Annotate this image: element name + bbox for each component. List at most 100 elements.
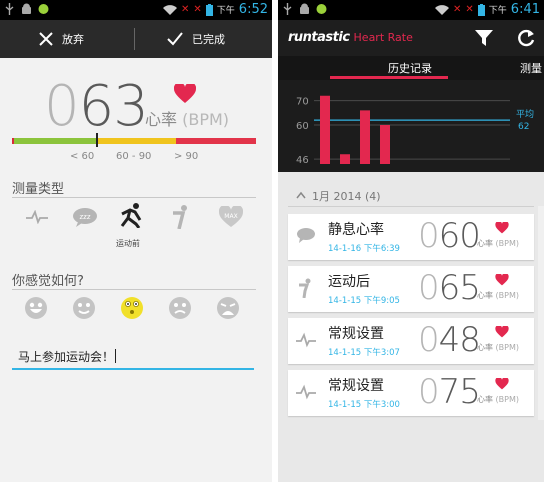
record-card[interactable]: 静息心率 14-1-16 下午6:39 060 心率 (BPM)	[288, 214, 534, 260]
record-leading-zero: 0	[418, 216, 440, 256]
chat-icon	[316, 4, 327, 14]
heartbeat-icon	[296, 384, 316, 400]
happy-face-icon[interactable]	[72, 296, 96, 320]
record-card[interactable]: 运动后 14-1-15 下午9:05 065 心率 (BPM)	[288, 266, 534, 312]
record-date: 14-1-15 下午3:07	[328, 348, 400, 358]
very-sad-face-icon[interactable]	[216, 296, 240, 320]
measure-type-max[interactable]: MAX	[216, 202, 246, 232]
clock: 6:41	[510, 2, 540, 17]
bar	[360, 110, 370, 164]
discard-label: 放弃	[62, 33, 84, 46]
record-leading-zero: 0	[418, 268, 440, 308]
chevron-up-icon[interactable]	[296, 191, 306, 199]
record-leading-zero: 0	[418, 372, 440, 412]
android-icon	[300, 3, 309, 14]
done-label: 已完成	[192, 33, 225, 46]
wifi-icon	[163, 4, 177, 15]
measure-type-after-exercise[interactable]	[166, 202, 196, 232]
record-value: 075	[418, 372, 481, 412]
usb-icon	[5, 3, 14, 15]
app-action-bar: runtastic Heart Rate	[278, 20, 544, 56]
section-divider	[12, 197, 256, 198]
record-value: 065	[418, 268, 481, 308]
record-title: 静息心率	[328, 222, 384, 238]
record-title: 运动后	[328, 274, 370, 290]
no-signal-icon: ✕	[453, 4, 462, 15]
heart-icon	[174, 84, 196, 103]
usb-icon	[283, 3, 292, 15]
heart-rate-number: 63	[78, 74, 149, 139]
zone-label-mid: 60 - 90	[116, 151, 152, 162]
average-label: 平均	[516, 108, 534, 120]
max-text: MAX	[224, 213, 237, 220]
record-unit: 心率 (BPM)	[477, 342, 519, 353]
chat-icon	[38, 4, 49, 14]
chart-svg: 70 60 46 平均 62	[296, 95, 534, 166]
record-unit-label: 心率	[477, 395, 493, 404]
text-caret	[115, 349, 117, 363]
record-number: 65	[438, 268, 481, 308]
action-divider	[134, 28, 135, 50]
heart-rate-unit: 心率 (BPM)	[145, 106, 229, 130]
app-subtitle: Heart Rate	[353, 31, 413, 44]
note-input[interactable]: 马上参加运动会！	[12, 342, 254, 370]
tab-bar: 历史记录 测量	[278, 56, 544, 80]
record-bpm: (BPM)	[495, 239, 520, 248]
record-bpm: (BPM)	[495, 395, 520, 404]
refresh-icon[interactable]	[516, 28, 536, 48]
heartbeat-icon	[296, 332, 316, 348]
record-card[interactable]: 常规设置 14-1-15 下午3:07 048 心率 (BPM)	[288, 318, 534, 364]
record-card[interactable]: 常规设置 14-1-15 下午3:00 075 心率 (BPM)	[288, 370, 534, 416]
bpm-label: (BPM)	[182, 110, 230, 129]
wifi-icon	[435, 4, 449, 15]
zone-low	[14, 138, 98, 144]
record-bpm: (BPM)	[495, 291, 520, 300]
zone-high	[176, 138, 256, 144]
measure-screen: ✕ ✕ 下午 6:52 放弃 已完成 063 心率 (BPM) < 60 60 …	[0, 0, 272, 482]
discard-button[interactable]: 放弃	[38, 20, 84, 58]
tab-indicator	[330, 76, 448, 79]
bar	[340, 154, 350, 164]
record-title: 常规设置	[328, 326, 384, 342]
record-unit: 心率 (BPM)	[477, 290, 519, 301]
filter-icon[interactable]	[474, 28, 494, 48]
very-happy-face-icon[interactable]	[24, 296, 48, 320]
section-divider-2	[12, 289, 256, 290]
y-tick-label: 70	[296, 97, 309, 108]
feeling-title: 你感觉如何?	[12, 274, 84, 289]
record-number: 75	[438, 372, 481, 412]
heart-icon	[495, 222, 509, 234]
heart-icon	[495, 326, 509, 338]
sad-face-icon[interactable]	[168, 296, 192, 320]
measure-type-title: 测量类型	[12, 182, 65, 197]
note-text: 马上参加运动会！	[18, 350, 115, 364]
record-unit: 心率 (BPM)	[477, 238, 519, 249]
measure-type-before-exercise[interactable]	[116, 200, 146, 230]
record-value: 060	[418, 216, 481, 256]
heart-icon	[495, 378, 509, 390]
no-signal-icon: ✕	[181, 4, 190, 15]
record-leading-zero: 0	[418, 320, 440, 360]
status-bar: ✕ ✕ 下午 6:52	[0, 0, 272, 20]
measure-type-general[interactable]	[22, 202, 52, 232]
app-logo-text: runtastic	[288, 30, 350, 45]
tab-history[interactable]: 历史记录	[388, 60, 432, 76]
zone-label-high: > 90	[174, 151, 199, 162]
walking-icon	[299, 278, 311, 298]
heart-icon	[495, 274, 509, 286]
done-button[interactable]: 已完成	[166, 20, 225, 58]
record-date: 14-1-15 下午3:00	[328, 400, 400, 410]
tab-measure[interactable]: 测量	[520, 60, 542, 76]
max-heart-icon: MAX	[219, 206, 243, 227]
measure-type-resting[interactable]: zzz	[70, 202, 100, 232]
month-header: 1月 2014 (4)	[312, 190, 381, 203]
heart-rate-chart: 70 60 46 平均 62	[278, 80, 544, 172]
walking-icon	[173, 205, 187, 229]
record-number: 48	[438, 320, 481, 360]
record-value: 048	[418, 320, 481, 360]
zzz-bubble-icon	[297, 228, 315, 243]
record-unit-label: 心率	[477, 239, 493, 248]
history-screen: ✕ ✕ 下午 6:41 runtastic Heart Rate 历史记录 测量 …	[278, 0, 544, 482]
neutral-face-icon[interactable]	[120, 296, 144, 320]
average-value: 62	[518, 122, 529, 132]
